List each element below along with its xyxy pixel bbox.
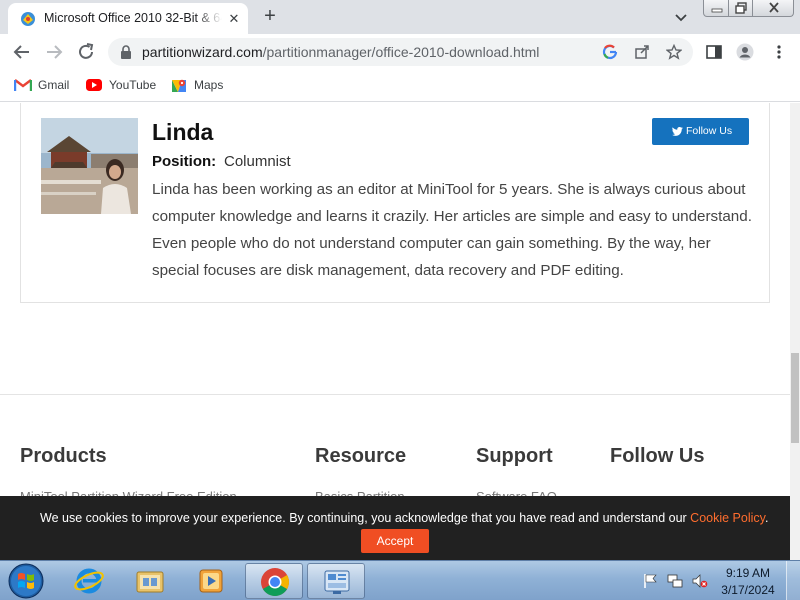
- cookie-message: We use cookies to improve your experienc…: [40, 511, 768, 525]
- window-close-button[interactable]: [752, 0, 794, 17]
- bookmark-label: Gmail: [38, 78, 70, 92]
- bookmark-label: Maps: [194, 78, 224, 92]
- bookmark-maps[interactable]: Maps: [170, 77, 230, 95]
- share-icon[interactable]: [634, 44, 650, 60]
- tab-search-chevron-icon[interactable]: [672, 8, 690, 26]
- browser-tab[interactable]: Microsoft Office 2010 32-Bit & 64-Bit Fr…: [8, 3, 248, 34]
- twitter-icon: [672, 127, 683, 136]
- clock-time[interactable]: 9:19 AM: [720, 566, 776, 580]
- window-minimize-button[interactable]: [703, 0, 729, 17]
- tab-title: Microsoft Office 2010 32-Bit & 64-Bit Fr…: [44, 11, 222, 25]
- taskbar-windows-explorer[interactable]: [121, 563, 179, 599]
- taskbar-media-player[interactable]: [182, 563, 240, 599]
- footer-heading-resource: Resource: [315, 445, 407, 467]
- footer-heading-follow-us: Follow Us: [610, 445, 705, 467]
- windows-explorer-icon: [136, 571, 164, 593]
- bookmark-star-icon[interactable]: [666, 44, 682, 60]
- gmail-icon: [14, 79, 32, 91]
- side-panel-icon[interactable]: [705, 43, 723, 61]
- start-button-icon[interactable]: [6, 562, 46, 600]
- position-label: Position:: [152, 153, 217, 170]
- footer-divider: [0, 394, 790, 395]
- author-photo: [41, 118, 138, 214]
- maps-icon: [172, 79, 186, 92]
- youtube-icon: [86, 79, 102, 91]
- author-name: Linda: [152, 119, 214, 145]
- footer-heading-support: Support: [476, 445, 553, 467]
- url-text[interactable]: partitionwizard.com/partitionmanager/off…: [142, 44, 539, 60]
- address-bar[interactable]: partitionwizard.com/partitionmanager/off…: [108, 38, 693, 66]
- tab-close-icon[interactable]: ✕: [225, 10, 243, 28]
- follow-us-button[interactable]: Follow Us: [652, 118, 749, 145]
- reload-icon[interactable]: [74, 40, 98, 64]
- forward-icon[interactable]: [42, 40, 66, 64]
- page-scrollbar[interactable]: [790, 103, 800, 560]
- footer-heading-products: Products: [20, 445, 107, 467]
- author-bio: Linda has been working as an editor at M…: [152, 181, 752, 279]
- show-desktop-button[interactable]: [786, 561, 800, 600]
- cookie-policy-link[interactable]: Cookie Policy: [690, 511, 765, 525]
- accept-cookies-button[interactable]: Accept: [361, 529, 429, 553]
- control-panel-icon: [324, 570, 350, 594]
- clock-date[interactable]: 3/17/2024: [720, 583, 776, 597]
- internet-explorer-icon: [74, 568, 104, 594]
- windows-taskbar: 9:19 AM 3/17/2024: [0, 560, 800, 600]
- position-value: Columnist: [224, 153, 291, 170]
- bookmark-label: YouTube: [109, 78, 157, 92]
- url-path: /partitionmanager/office-2010-download.h…: [262, 44, 540, 60]
- follow-us-label: Follow Us: [686, 125, 733, 137]
- url-domain: partitionwizard.com: [142, 44, 263, 60]
- cookie-suffix: .: [764, 511, 769, 525]
- media-player-icon: [199, 569, 223, 593]
- partitionwizard-favicon-icon: [21, 12, 35, 26]
- scrollbar-thumb[interactable]: [791, 353, 799, 443]
- chrome-icon: [261, 568, 289, 596]
- browser-menu-icon[interactable]: [770, 43, 788, 61]
- lock-icon[interactable]: [120, 45, 132, 59]
- taskbar-control-panel[interactable]: [307, 563, 365, 599]
- bookmarks-bar: Gmail YouTube Maps: [0, 70, 800, 102]
- taskbar-internet-explorer[interactable]: [60, 563, 118, 599]
- network-icon[interactable]: [667, 573, 683, 589]
- back-icon[interactable]: [10, 40, 34, 64]
- taskbar-chrome[interactable]: [245, 563, 303, 599]
- cookie-banner: We use cookies to improve your experienc…: [0, 496, 790, 560]
- google-translate-icon[interactable]: [602, 44, 618, 60]
- tab-strip: Microsoft Office 2010 32-Bit & 64-Bit Fr…: [0, 0, 800, 34]
- volume-muted-icon[interactable]: [692, 573, 708, 589]
- bookmark-gmail[interactable]: Gmail: [14, 77, 74, 95]
- profile-avatar-icon[interactable]: [736, 43, 754, 61]
- browser-toolbar: partitionwizard.com/partitionmanager/off…: [0, 34, 800, 70]
- cookie-text: We use cookies to improve your experienc…: [40, 511, 691, 525]
- author-card: Linda Position: Columnist Linda has been…: [20, 103, 770, 303]
- window-restore-button[interactable]: [728, 0, 753, 17]
- action-center-flag-icon[interactable]: [643, 573, 659, 589]
- new-tab-icon[interactable]: +: [258, 6, 282, 28]
- bookmark-youtube[interactable]: YouTube: [85, 77, 160, 95]
- page-content: Linda Position: Columnist Linda has been…: [0, 103, 790, 560]
